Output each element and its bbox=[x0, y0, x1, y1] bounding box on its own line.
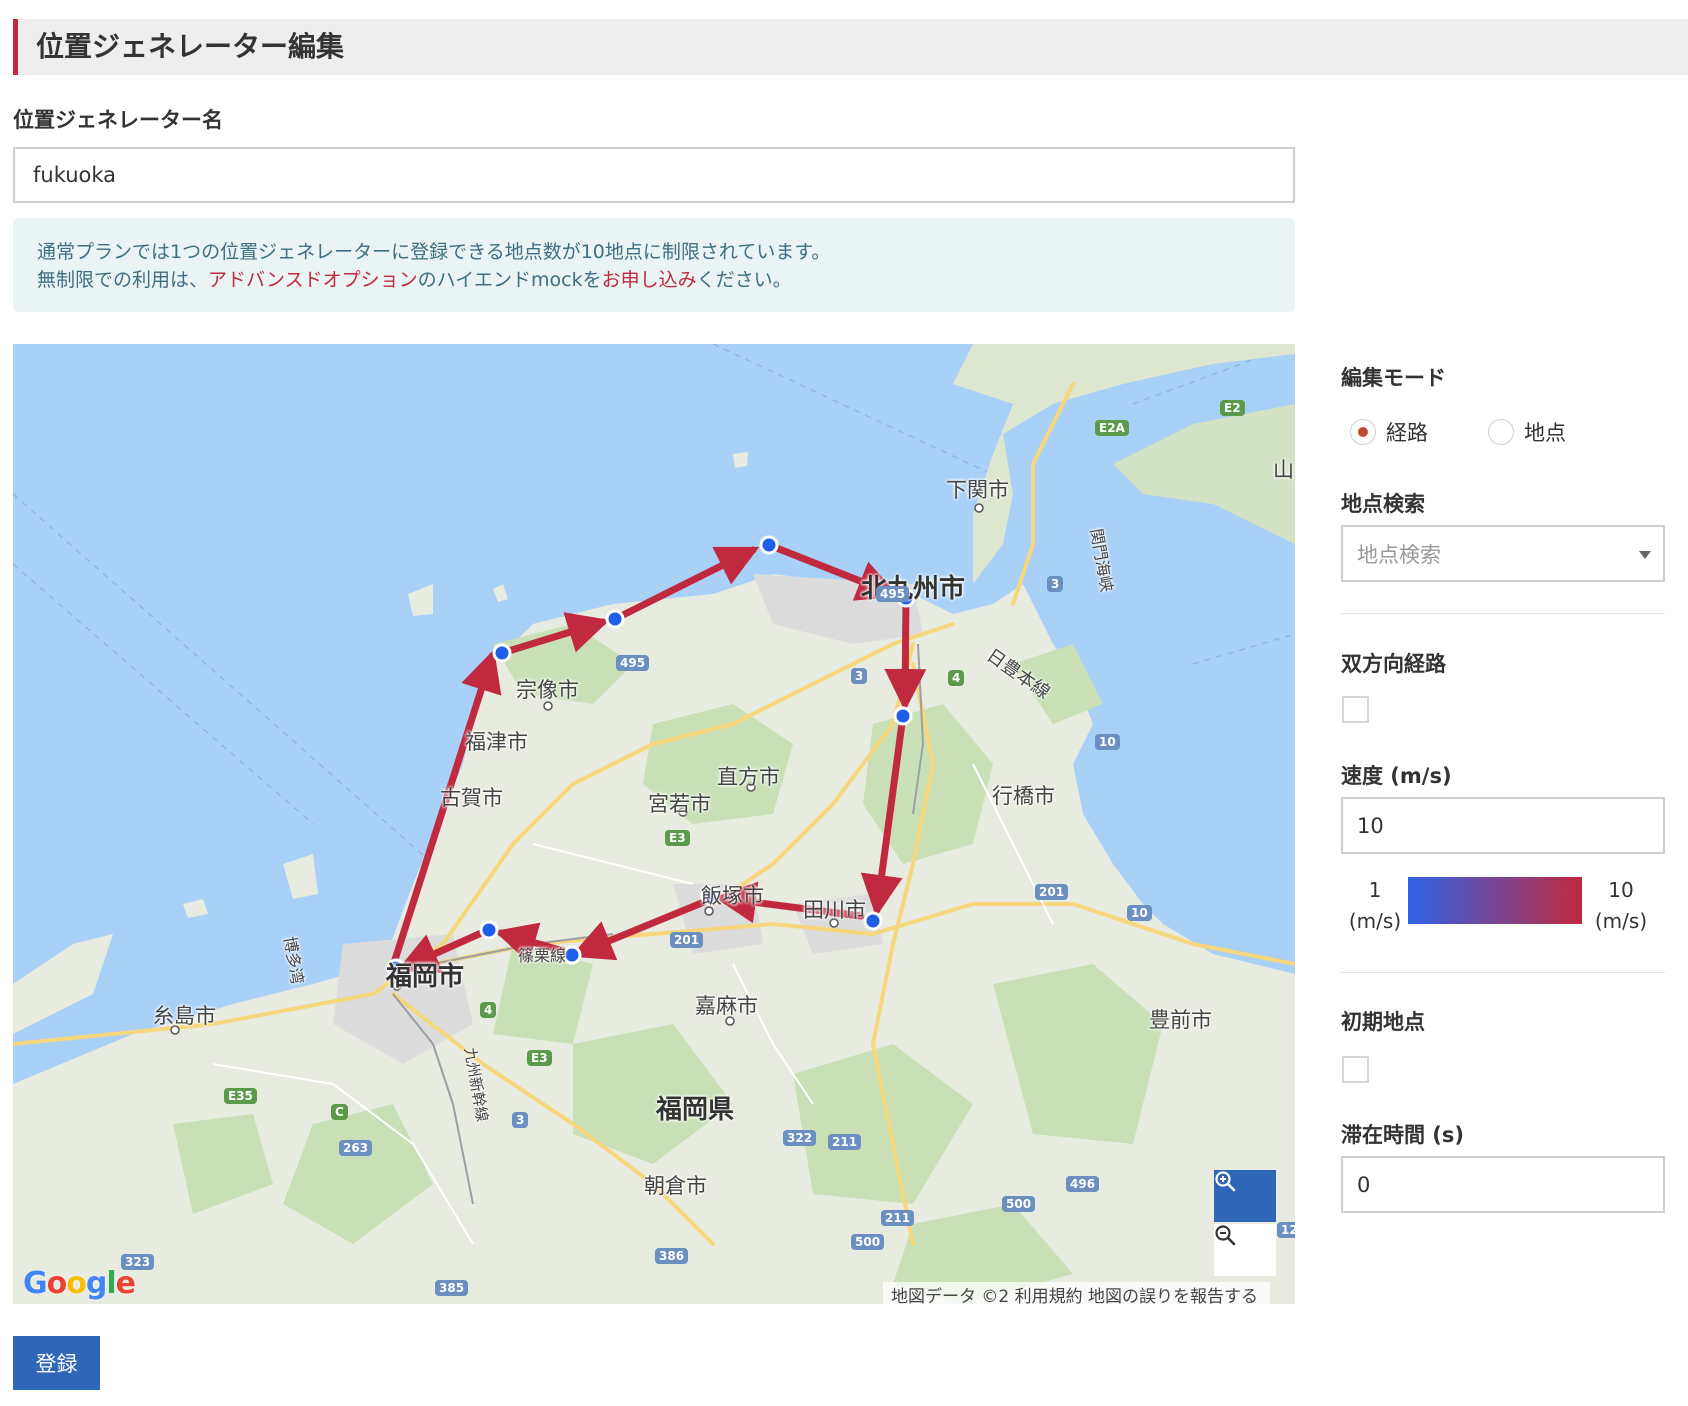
road-shield: 211 bbox=[881, 1210, 915, 1226]
edit-mode-point-radio[interactable]: 地点 bbox=[1488, 417, 1566, 447]
point-search-select[interactable]: 地点検索 bbox=[1341, 525, 1665, 582]
stay-time-label: 滞在時間 (s) bbox=[1341, 1123, 1465, 1147]
map-label-iizuka: 飯塚市 bbox=[701, 884, 764, 908]
speed-legend-max-unit: (m/s) bbox=[1594, 909, 1648, 933]
map-label-buzen: 豊前市 bbox=[1149, 1008, 1212, 1032]
zoom-in-icon bbox=[1215, 1171, 1236, 1192]
road-shield: E3 bbox=[527, 1050, 552, 1066]
map-label-sasaguri-line: 篠栗線 bbox=[518, 946, 567, 965]
road-shield: 4 bbox=[480, 1002, 497, 1018]
road-shield: 322 bbox=[783, 1130, 817, 1146]
initial-point-checkbox[interactable] bbox=[1342, 1056, 1369, 1083]
road-shield: 495 bbox=[876, 586, 910, 602]
notice-suffix: ください。 bbox=[696, 269, 792, 291]
road-shield: 263 bbox=[339, 1140, 373, 1156]
road-shield: 10 bbox=[1095, 734, 1120, 750]
map-label-yukuhashi: 行橋市 bbox=[992, 784, 1055, 808]
speed-legend-min-unit: (m/s) bbox=[1348, 909, 1402, 933]
radio-selected-icon bbox=[1350, 419, 1376, 445]
speed-legend-max-value: 10 bbox=[1608, 878, 1634, 902]
advanced-option-link[interactable]: アドバンスドオプション bbox=[208, 269, 418, 291]
road-shield: 3 bbox=[512, 1112, 529, 1128]
speed-legend-min-value: 1 bbox=[1368, 878, 1382, 902]
road-shield: E2 bbox=[1220, 400, 1245, 416]
map-label-koga: 古賀市 bbox=[440, 786, 503, 810]
zoom-in-button[interactable] bbox=[1214, 1170, 1276, 1222]
radio-route-label: 経路 bbox=[1386, 421, 1428, 445]
map-attribution[interactable]: 地図データ ©2 利用規約 地図の誤りを報告する bbox=[883, 1282, 1271, 1304]
road-shield: E35 bbox=[224, 1088, 257, 1104]
notice-prefix: 無制限での利用は、 bbox=[37, 269, 209, 291]
map-label-miyawaka: 宮若市 bbox=[648, 792, 711, 816]
map-base bbox=[13, 344, 1295, 1304]
road-shield: E2A bbox=[1095, 420, 1129, 436]
road-shield: 10 bbox=[1127, 905, 1152, 921]
map-label-shimonoseki: 下関市 bbox=[946, 478, 1009, 502]
speed-label: 速度 (m/s) bbox=[1341, 764, 1452, 788]
zoom-out-icon bbox=[1215, 1225, 1236, 1246]
notice-middle: のハイエンドmockを bbox=[417, 269, 602, 291]
road-shield: 495 bbox=[616, 655, 650, 671]
road-shield: 386 bbox=[655, 1248, 689, 1264]
chevron-down-icon bbox=[1639, 551, 1651, 559]
generator-name-label: 位置ジェネレーター名 bbox=[13, 108, 223, 132]
divider bbox=[1341, 613, 1665, 614]
bidirectional-label: 双方向経路 bbox=[1341, 652, 1446, 676]
speed-legend-max: 10 (m/s) bbox=[1588, 875, 1654, 937]
road-shield: 3 bbox=[851, 668, 868, 684]
divider bbox=[1341, 972, 1665, 973]
road-shield: 3 bbox=[1047, 576, 1064, 592]
stay-time-input[interactable] bbox=[1341, 1156, 1665, 1213]
notice-line-1: 通常プランでは1つの位置ジェネレーターに登録できる地点数が10地点に制限されてい… bbox=[37, 241, 831, 263]
map-label-fukuoka-city: 福岡市 bbox=[386, 962, 465, 992]
map-label-munakata: 宗像市 bbox=[516, 678, 579, 702]
speed-legend-min: 1 (m/s) bbox=[1344, 875, 1406, 937]
initial-point-label: 初期地点 bbox=[1341, 1010, 1425, 1034]
edit-mode-label: 編集モード bbox=[1341, 366, 1446, 390]
map-label-fukuoka-pref: 福岡県 bbox=[656, 1095, 735, 1125]
plan-notice: 通常プランでは1つの位置ジェネレーターに登録できる地点数が10地点に制限されてい… bbox=[13, 218, 1295, 312]
map-label-tagawa: 田川市 bbox=[803, 898, 866, 922]
point-search-placeholder: 地点検索 bbox=[1357, 542, 1441, 567]
radio-unselected-icon bbox=[1488, 419, 1514, 445]
map-label-kama: 嘉麻市 bbox=[695, 994, 758, 1018]
map-label-nogata: 直方市 bbox=[717, 765, 780, 789]
point-search-label: 地点検索 bbox=[1341, 492, 1425, 516]
page-title: 位置ジェネレーター編集 bbox=[36, 30, 345, 63]
google-logo: Google bbox=[23, 1266, 136, 1301]
road-shield: 496 bbox=[1066, 1176, 1100, 1192]
speed-color-gradient bbox=[1408, 877, 1582, 924]
road-shield: 4 bbox=[948, 670, 965, 686]
radio-point-label: 地点 bbox=[1524, 421, 1566, 445]
bidirectional-checkbox[interactable] bbox=[1342, 696, 1369, 723]
road-shield: 211 bbox=[828, 1134, 862, 1150]
generator-name-input[interactable] bbox=[13, 147, 1295, 203]
page-header: 位置ジェネレーター編集 bbox=[13, 19, 1688, 75]
map-label-yamaguchi: 山 bbox=[1273, 458, 1294, 482]
map-label-fukutsu: 福津市 bbox=[465, 730, 528, 754]
edit-mode-route-radio[interactable]: 経路 bbox=[1350, 417, 1428, 447]
apply-link[interactable]: お申し込み bbox=[602, 269, 697, 291]
speed-input[interactable] bbox=[1341, 797, 1665, 854]
map-label-asakura: 朝倉市 bbox=[644, 1174, 707, 1198]
road-shield: E3 bbox=[665, 830, 690, 846]
map-label-itoshima: 糸島市 bbox=[153, 1004, 216, 1028]
zoom-out-button[interactable] bbox=[1214, 1224, 1276, 1276]
register-button[interactable]: 登録 bbox=[13, 1336, 100, 1390]
road-shield: C bbox=[331, 1104, 348, 1120]
map-canvas[interactable]: 北九州市 下関市 宗像市 福津市 古賀市 宮若市 直方市 行橋市 飯塚市 田川市… bbox=[13, 344, 1295, 1304]
road-shield: 12 bbox=[1277, 1222, 1295, 1238]
road-shield: 201 bbox=[670, 932, 704, 948]
notice-line-2: 無制限での利用は、アドバンスドオプションのハイエンドmockをお申し込みください… bbox=[37, 266, 1271, 294]
road-shield: 201 bbox=[1035, 884, 1069, 900]
road-shield: 500 bbox=[1002, 1196, 1036, 1212]
road-shield: 500 bbox=[851, 1234, 885, 1250]
road-shield: 385 bbox=[435, 1280, 469, 1296]
